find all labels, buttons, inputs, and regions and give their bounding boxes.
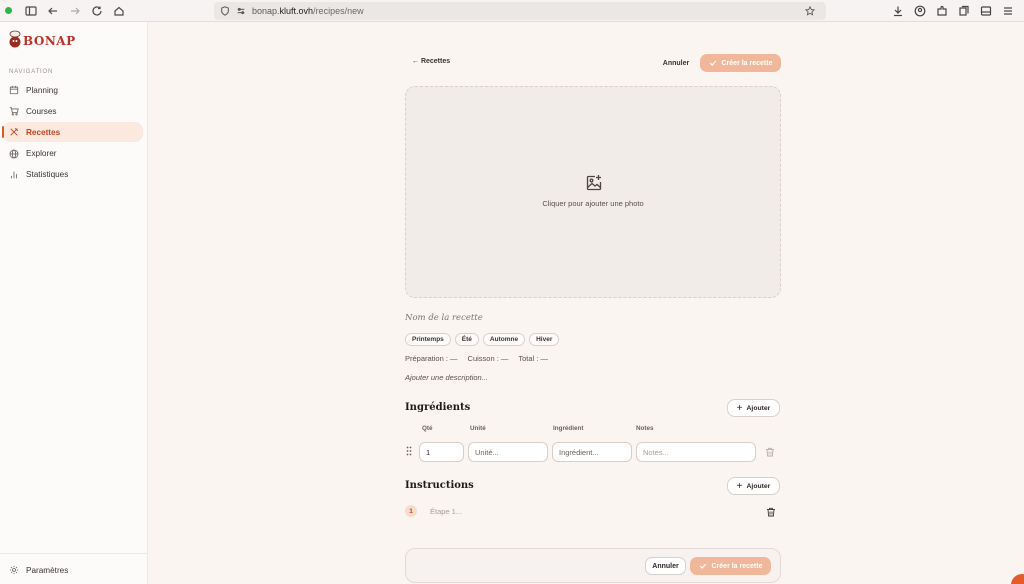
- sidebar-item-label: Planning: [26, 85, 58, 95]
- delete-ingredient-icon[interactable]: [765, 447, 775, 457]
- globe-icon: [9, 149, 19, 158]
- quantity-input[interactable]: 1: [419, 442, 464, 462]
- cook-time-field[interactable]: Cuisson : —: [468, 354, 509, 363]
- connection-icon: [237, 7, 245, 15]
- description-input[interactable]: Ajouter une description...: [405, 373, 488, 382]
- gear-icon: [9, 565, 19, 575]
- settings-label: Paramètres: [26, 565, 69, 575]
- unit-input[interactable]: Unité...: [468, 442, 548, 462]
- window-close-dot[interactable]: [5, 7, 12, 14]
- check-icon: [699, 563, 706, 569]
- check-icon: [709, 60, 716, 66]
- calendar-icon: [9, 85, 19, 95]
- browser-toolbar: bonap. kluft.ovh/recipes/new: [0, 0, 1024, 22]
- extensions-icon[interactable]: [936, 5, 948, 17]
- sidebar-item-recettes[interactable]: Recettes: [2, 122, 143, 143]
- cancel-button[interactable]: Annuler: [657, 55, 695, 72]
- sidebar-item-statistiques[interactable]: Statistiques: [3, 165, 143, 185]
- utensils-icon: [10, 128, 19, 137]
- sidebar-item-label: Statistiques: [26, 170, 69, 180]
- home-icon[interactable]: [108, 0, 130, 22]
- reload-icon[interactable]: [86, 0, 108, 22]
- cooking-pot-logo-icon: [9, 30, 21, 48]
- logo-text: BONAP: [23, 34, 76, 48]
- sidebar-item-label: Recettes: [26, 127, 61, 137]
- add-step-label: Ajouter: [746, 482, 771, 490]
- sidebar-divider: [0, 553, 148, 554]
- sidebar-item-courses[interactable]: Courses: [3, 101, 143, 121]
- add-image-icon: [586, 175, 602, 191]
- sidebar-toggle-icon[interactable]: [20, 0, 42, 22]
- sidebar-item-label: Courses: [26, 106, 57, 116]
- tabs-icon[interactable]: [958, 5, 970, 17]
- plus-icon: +: [736, 480, 743, 492]
- season-chip-printemps[interactable]: Printemps: [405, 333, 451, 346]
- photo-dropzone[interactable]: Cliquer pour ajouter une photo: [405, 86, 781, 298]
- cancel-button-bottom[interactable]: Annuler: [645, 557, 686, 575]
- column-header-unit: Unité: [470, 425, 486, 432]
- bar-chart-icon: [11, 171, 17, 179]
- add-step-button[interactable]: + Ajouter: [727, 477, 780, 495]
- add-ingredient-label: Ajouter: [746, 404, 771, 412]
- nav-heading: NAVIGATION: [9, 69, 54, 75]
- ingredients-title: Ingrédients: [405, 402, 471, 413]
- plus-icon: +: [736, 402, 743, 414]
- season-chip-hiver[interactable]: Hiver: [529, 333, 560, 346]
- season-chip-automne[interactable]: Automne: [482, 333, 526, 346]
- back-to-recipes-link[interactable]: ← Recettes: [412, 58, 450, 65]
- sidebar-item-parametres[interactable]: Paramètres: [9, 565, 68, 575]
- create-recipe-label: Créer la recette: [721, 59, 773, 67]
- notes-input[interactable]: Notes...: [636, 442, 756, 462]
- sidebar: BONAP NAVIGATION Planning Courses Recett…: [0, 22, 148, 584]
- bookmark-star-icon[interactable]: [805, 6, 815, 16]
- create-recipe-button-bottom[interactable]: Créer la recette: [690, 557, 771, 575]
- total-time-field: Total : —: [518, 354, 548, 363]
- bottom-action-bar: Annuler Créer la recette: [405, 548, 781, 583]
- step-input[interactable]: Étape 1...: [430, 507, 462, 516]
- column-header-qty: Qté: [422, 425, 433, 432]
- prep-time-field[interactable]: Préparation : —: [405, 354, 458, 363]
- sidebar-panel-icon[interactable]: [980, 5, 992, 17]
- recipe-name-input[interactable]: [405, 313, 705, 323]
- url-prefix: bonap.: [252, 6, 280, 16]
- drag-handle-icon[interactable]: [406, 446, 412, 456]
- shield-icon: [221, 6, 229, 16]
- column-header-ingredient: Ingrédient: [553, 425, 584, 432]
- download-icon[interactable]: [892, 5, 904, 17]
- sidebar-item-planning[interactable]: Planning: [3, 80, 143, 100]
- url-domain: kluft.ovh: [279, 6, 314, 16]
- cart-icon: [9, 107, 19, 116]
- main-nav: Planning Courses Recettes Explorer Stati…: [2, 80, 143, 186]
- season-chips: Printemps Été Automne Hiver: [405, 333, 560, 346]
- instructions-title: Instructions: [405, 480, 474, 491]
- create-recipe-button[interactable]: Créer la recette: [700, 54, 781, 72]
- menu-icon[interactable]: [1002, 5, 1014, 17]
- url-path: /recipes/new: [313, 6, 364, 16]
- sidebar-item-label: Explorer: [26, 149, 57, 159]
- create-recipe-label: Créer la recette: [711, 562, 763, 570]
- ingredient-input[interactable]: Ingrédient...: [552, 442, 632, 462]
- photo-dropzone-label: Cliquer pour ajouter une photo: [542, 199, 644, 208]
- sidebar-item-explorer[interactable]: Explorer: [3, 144, 143, 164]
- address-bar[interactable]: bonap. kluft.ovh/recipes/new: [214, 2, 826, 20]
- back-arrow-icon[interactable]: [42, 0, 64, 22]
- step-number-badge: 1: [405, 505, 417, 517]
- delete-step-icon[interactable]: [766, 507, 776, 517]
- account-icon[interactable]: [914, 5, 926, 17]
- app-logo[interactable]: BONAP: [8, 30, 76, 48]
- season-chip-ete[interactable]: Été: [454, 333, 479, 346]
- column-header-notes: Notes: [636, 425, 654, 432]
- floating-action-button[interactable]: [1011, 574, 1024, 584]
- forward-arrow-icon[interactable]: [64, 0, 86, 22]
- add-ingredient-button[interactable]: + Ajouter: [727, 399, 780, 417]
- time-fields: Préparation : — Cuisson : — Total : —: [405, 354, 558, 363]
